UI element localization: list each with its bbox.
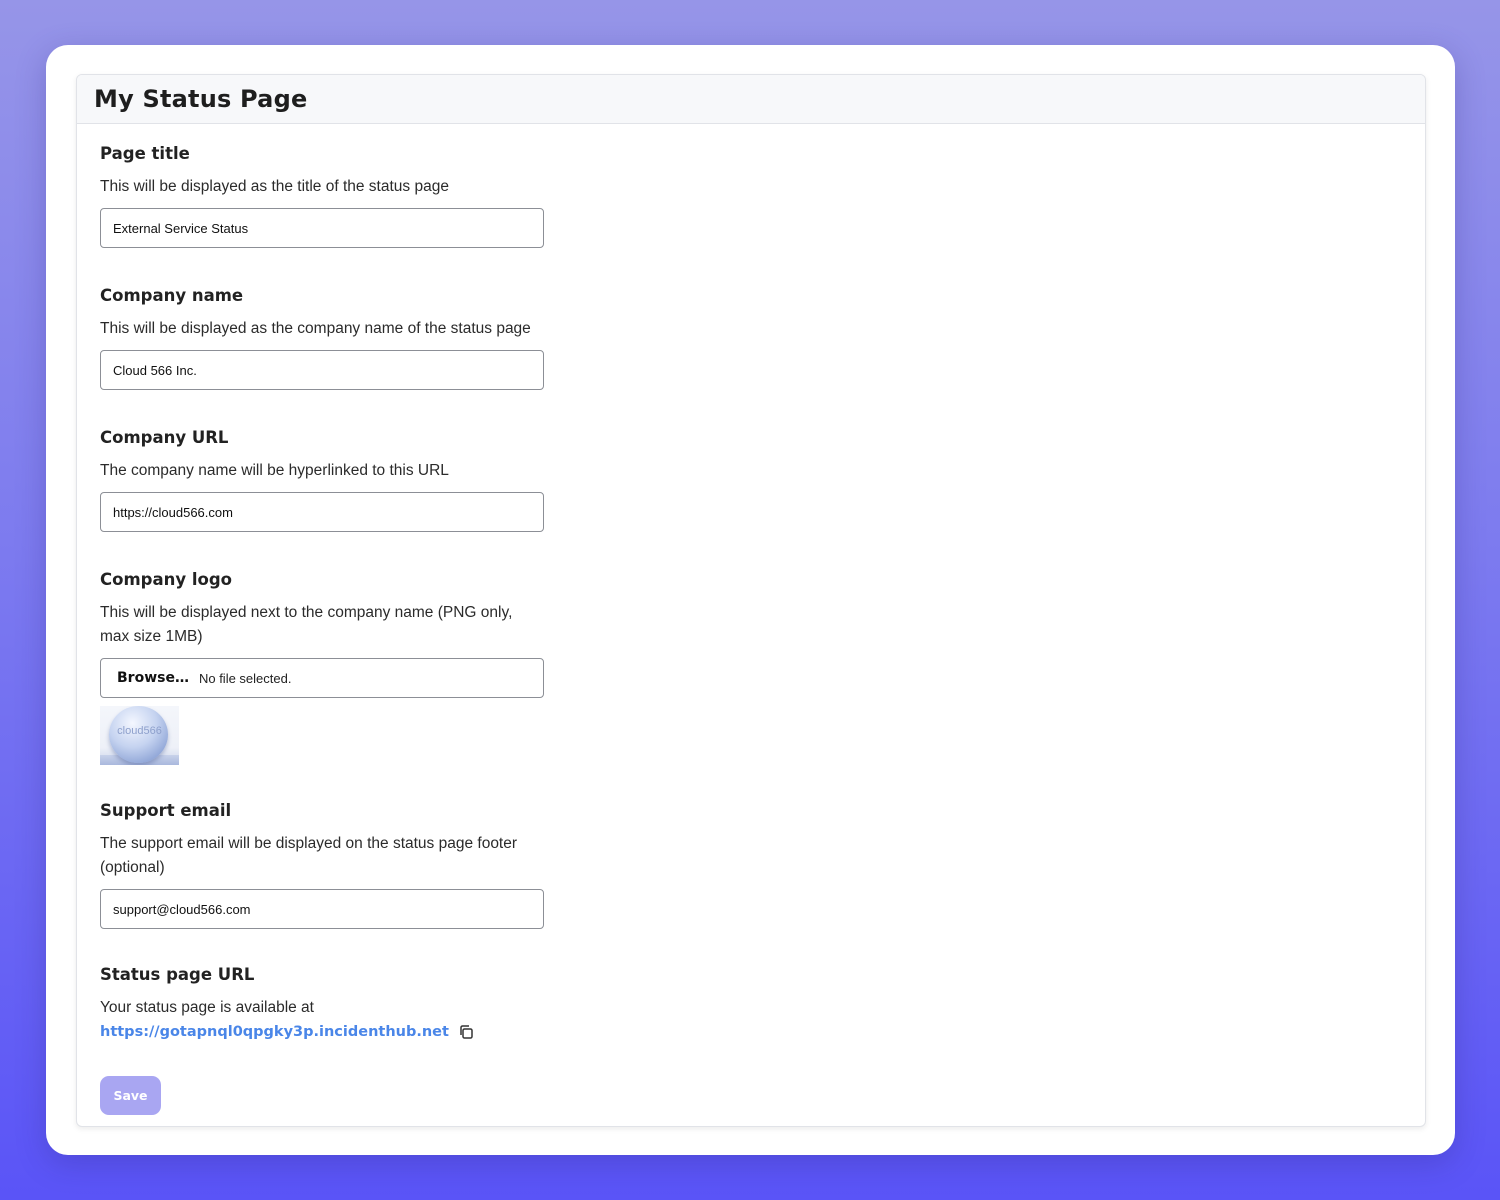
company-url-help: The company name will be hyperlinked to … [100, 462, 449, 479]
company-logo-label: Company logo [100, 570, 232, 589]
status-page-url-help: Your status page is available at [100, 999, 314, 1016]
page-title-input[interactable] [100, 208, 544, 248]
support-email-help: The support email will be displayed on t… [100, 835, 518, 876]
settings-form: Page title This will be displayed as the… [77, 124, 544, 1115]
company-logo-preview: cloud566 [100, 706, 179, 765]
support-email-label: Support email [100, 801, 232, 820]
page-title-label: Page title [100, 144, 190, 163]
company-name-field: Company name This will be displayed as t… [100, 284, 544, 390]
status-page-settings-panel: My Status Page Page title This will be d… [76, 74, 1426, 1127]
status-page-url-row: https://gotapnql0qpgky3p.incidenthub.net [100, 1020, 544, 1044]
company-url-input[interactable] [100, 492, 544, 532]
outer-card: My Status Page Page title This will be d… [46, 45, 1455, 1155]
panel-header: My Status Page [77, 75, 1425, 124]
page-title-help: This will be displayed as the title of t… [100, 178, 449, 195]
page-title: My Status Page [94, 85, 308, 113]
company-name-label: Company name [100, 286, 244, 305]
file-status: No file selected. [198, 670, 292, 686]
support-email-input[interactable] [100, 889, 544, 929]
status-page-link[interactable]: https://gotapnql0qpgky3p.incidenthub.net [100, 1020, 449, 1044]
support-email-field: Support email The support email will be … [100, 799, 544, 929]
company-name-help: This will be displayed as the company na… [100, 320, 531, 337]
page-title-field: Page title This will be displayed as the… [100, 142, 544, 248]
copy-icon[interactable] [458, 1024, 474, 1040]
status-page-url-field: Status page URL Your status page is avai… [100, 963, 544, 1044]
company-logo-help: This will be displayed next to the compa… [100, 604, 513, 645]
company-logo-file-input[interactable]: Browse… No file selected. [100, 658, 544, 698]
company-url-field: Company URL The company name will be hyp… [100, 426, 544, 532]
company-name-input[interactable] [100, 350, 544, 390]
company-url-label: Company URL [100, 428, 229, 447]
browse-button[interactable]: Browse… [117, 670, 189, 686]
company-logo-field: Company logo This will be displayed next… [100, 568, 544, 765]
save-button[interactable]: Save [100, 1076, 161, 1115]
logo-preview-text: cloud566 [117, 725, 162, 737]
status-page-url-label: Status page URL [100, 965, 255, 984]
